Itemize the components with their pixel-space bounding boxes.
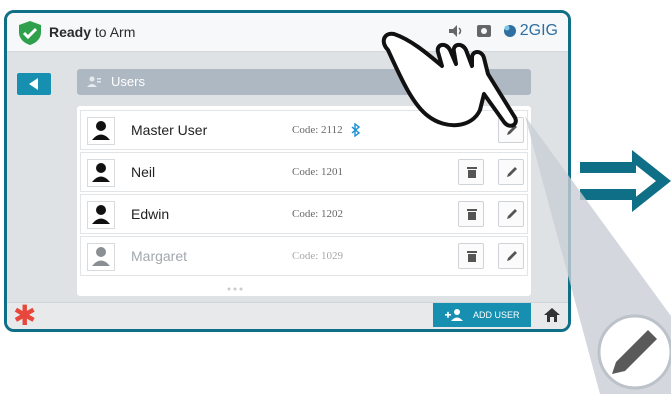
user-name: Edwin bbox=[131, 206, 170, 222]
user-row-neil[interactable]: Neil Code: 1201 bbox=[80, 152, 528, 192]
status-text: Ready to Arm bbox=[49, 24, 135, 40]
user-code: Code: 2112 bbox=[292, 124, 343, 136]
shield-check-icon bbox=[19, 21, 41, 45]
status-suffix: to Arm bbox=[94, 24, 136, 40]
user-code: Code: 1029 bbox=[292, 250, 344, 262]
back-button[interactable] bbox=[17, 73, 51, 95]
status-prefix: Ready bbox=[49, 24, 92, 40]
pointing-hand-icon bbox=[381, 31, 518, 128]
add-user-icon bbox=[445, 309, 463, 321]
user-row-margaret[interactable]: Margaret Code: 1029 bbox=[80, 236, 528, 276]
delete-button[interactable] bbox=[458, 201, 484, 227]
asterisk-icon[interactable]: ✱ bbox=[13, 302, 36, 330]
users-icon bbox=[87, 76, 101, 87]
bluetooth-icon bbox=[351, 123, 360, 137]
user-code: Code: 1202 bbox=[292, 208, 344, 220]
trash-icon bbox=[467, 167, 477, 178]
user-code: Code: 1201 bbox=[292, 166, 344, 178]
person-icon bbox=[87, 243, 115, 271]
user-name: Neil bbox=[131, 164, 156, 180]
delete-button[interactable] bbox=[458, 243, 484, 269]
delete-button[interactable] bbox=[458, 159, 484, 185]
user-name: Margaret bbox=[131, 248, 188, 264]
trash-icon bbox=[467, 209, 477, 220]
bottom-bar: ✱ ADD USER bbox=[7, 302, 568, 329]
trash-icon bbox=[467, 251, 477, 262]
user-name: Master User bbox=[131, 122, 208, 138]
scroll-indicator bbox=[227, 287, 243, 291]
person-icon bbox=[87, 117, 115, 145]
person-icon bbox=[87, 201, 115, 229]
page-title: Users bbox=[111, 74, 145, 89]
user-row-edwin[interactable]: Edwin Code: 1202 bbox=[80, 194, 528, 234]
person-icon bbox=[87, 159, 115, 187]
zoom-callout bbox=[525, 116, 671, 394]
